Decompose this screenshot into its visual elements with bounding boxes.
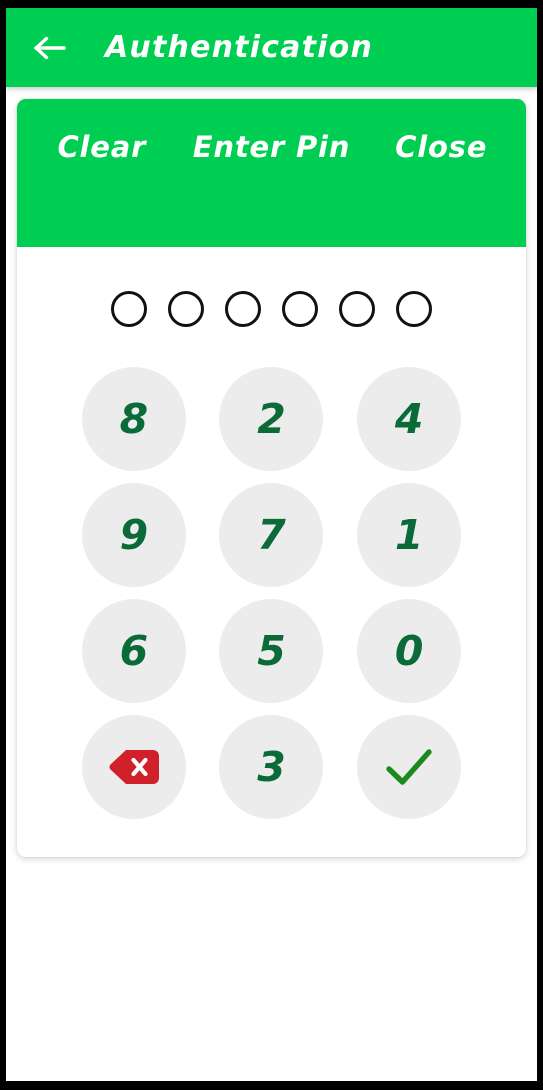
key-8[interactable]: 8 [81, 367, 186, 471]
page-title: Authentication [105, 30, 374, 65]
check-mark-icon [382, 745, 436, 789]
backspace-delete-icon [107, 747, 161, 787]
key-4[interactable]: 4 [357, 367, 462, 471]
key-7[interactable]: 7 [219, 483, 324, 587]
pin-indicator-row [17, 247, 526, 335]
key-9[interactable]: 9 [81, 483, 186, 587]
key-6[interactable]: 6 [81, 599, 186, 703]
key-3[interactable]: 3 [219, 715, 324, 819]
key-1[interactable]: 1 [357, 483, 462, 587]
key-label: 2 [257, 394, 286, 443]
app-screen: Authentication Clear Enter Pin Close 8 2 4… [6, 8, 537, 1081]
key-label: 6 [119, 626, 149, 675]
device-frame: Authentication Clear Enter Pin Close 8 2 4… [0, 0, 543, 1090]
back-button[interactable] [28, 26, 72, 70]
pin-keypad: 8 2 4 9 7 1 6 5 0 3 [17, 335, 526, 857]
key-label: 5 [257, 626, 286, 675]
pin-dot-5 [339, 291, 375, 327]
pin-card-header: Clear Enter Pin Close [17, 99, 526, 247]
pin-dot-3 [225, 291, 261, 327]
pin-dot-1 [111, 291, 147, 327]
key-0[interactable]: 0 [357, 599, 462, 703]
key-label: 0 [394, 626, 424, 675]
app-bar: Authentication [6, 8, 537, 87]
key-label: 9 [119, 510, 149, 559]
arrow-left-icon [33, 35, 67, 61]
pin-dot-2 [168, 291, 204, 327]
clear-button[interactable]: Clear [17, 127, 187, 168]
key-confirm[interactable] [357, 715, 462, 819]
enter-pin-title: Enter Pin [192, 130, 351, 164]
pin-dot-6 [396, 291, 432, 327]
key-label: 1 [394, 510, 424, 559]
key-5[interactable]: 5 [219, 599, 324, 703]
pin-entry-card: Clear Enter Pin Close 8 2 4 9 7 1 6 5 0 3 [17, 99, 526, 857]
pin-dot-4 [282, 291, 318, 327]
key-2[interactable]: 2 [219, 367, 324, 471]
content-area: Clear Enter Pin Close 8 2 4 9 7 1 6 5 0 3 [6, 87, 537, 1081]
close-button[interactable]: Close [356, 127, 526, 168]
key-label: 7 [257, 510, 286, 559]
key-backspace[interactable] [81, 715, 186, 819]
key-label: 4 [394, 394, 424, 443]
key-label: 8 [119, 394, 149, 443]
key-label: 3 [257, 742, 286, 791]
